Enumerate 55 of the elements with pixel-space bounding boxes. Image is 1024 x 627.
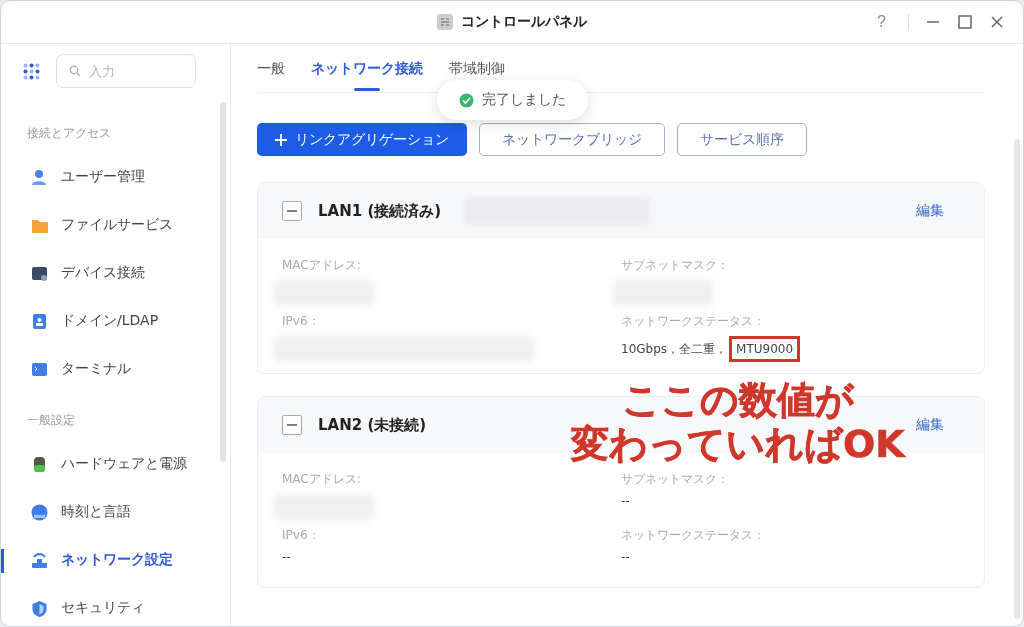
edit-link[interactable]: 編集	[910, 201, 950, 221]
option-button[interactable]: ネットワークブリッジ	[479, 123, 665, 156]
section-heading: 一般設定	[27, 411, 75, 429]
app-icon	[437, 14, 453, 30]
scrollbar[interactable]	[220, 102, 226, 462]
sidebar-item[interactable]: ハードウェアと電源	[1, 440, 230, 488]
sidebar-item[interactable]: ターミナル	[1, 345, 230, 393]
apps-grid-icon[interactable]	[23, 62, 40, 80]
nav-icon	[30, 502, 49, 522]
close-icon[interactable]	[989, 14, 1005, 30]
field-label: MACアドレス:	[282, 471, 362, 488]
add-button[interactable]: リンクアグリゲーション	[257, 123, 467, 156]
annotation-text: 変わっていればOK	[571, 422, 905, 467]
sidebar-item[interactable]: 時刻と言語	[1, 488, 230, 536]
card-title: LAN1 (接続済み)	[318, 201, 442, 221]
card-title: LAN2 (未接続)	[318, 415, 427, 435]
sidebar-item[interactable]: セキュリティ	[1, 584, 230, 626]
collapse-toggle[interactable]	[282, 415, 302, 435]
search-field[interactable]: 入力	[56, 54, 196, 88]
field-label: サブネットマスク：	[621, 471, 730, 488]
mtu-value: MTU9000	[729, 336, 801, 362]
field-label: MACアドレス:	[282, 257, 362, 274]
search-icon	[69, 65, 81, 77]
sidebar-item[interactable]: ドメイン/LDAP	[1, 297, 230, 345]
maximize-icon[interactable]	[957, 14, 973, 30]
nav-icon	[30, 550, 49, 570]
field-value: 10Gbps，全二重，	[621, 340, 728, 358]
field-value: --	[282, 550, 291, 564]
check-icon	[459, 92, 474, 108]
option-button[interactable]: サービス順序	[677, 123, 807, 156]
sidebar-item[interactable]: デバイス接続	[1, 249, 230, 297]
window-title: コントロールパネル	[461, 13, 587, 31]
tab[interactable]: 帯域制御	[449, 60, 505, 92]
field-label: IPv6：	[282, 527, 321, 544]
nav-icon	[30, 311, 49, 331]
sidebar-item[interactable]: ネットワーク設定	[1, 536, 230, 584]
help-button[interactable]: ?	[871, 13, 892, 31]
tab[interactable]: ネットワーク接続	[311, 60, 423, 92]
toast-message: 完了しました	[482, 91, 566, 109]
annotation-text: ここの数値が	[621, 379, 854, 423]
tab[interactable]: 一般	[257, 60, 285, 92]
plus-icon	[275, 133, 287, 146]
field-label: ネットワークステータス：	[621, 313, 766, 330]
field-label: IPv6：	[282, 313, 321, 330]
edit-link[interactable]: 編集	[910, 415, 950, 435]
field-value: --	[621, 494, 630, 508]
sidebar-item[interactable]: ユーザー管理	[1, 153, 230, 201]
field-label: サブネットマスク：	[621, 257, 730, 274]
collapse-toggle[interactable]	[282, 201, 302, 221]
nav-icon	[30, 598, 49, 618]
field-label: ネットワークステータス：	[621, 527, 766, 544]
section-heading: 接続とアクセス	[27, 124, 111, 142]
sidebar-item[interactable]: ファイルサービス	[1, 201, 230, 249]
field-value: --	[621, 550, 630, 564]
nav-icon	[30, 167, 49, 187]
